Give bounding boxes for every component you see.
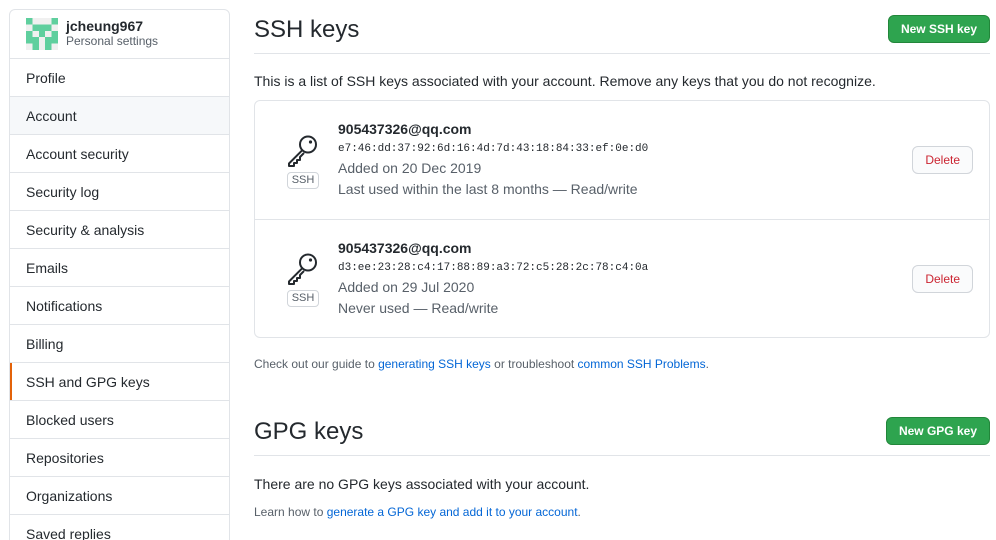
key-icon-group: SSH <box>285 132 321 189</box>
gpg-learn-text: Learn how to generate a GPG key and add … <box>254 505 990 519</box>
username[interactable]: jcheung967 <box>66 19 158 34</box>
ssh-key-row: SSH 905437326@qq.com e7:46:dd:37:92:6d:16:… <box>255 101 989 219</box>
sidebar-item-notifications[interactable]: Notifications <box>10 287 229 325</box>
sidebar-item-account[interactable]: Account <box>10 97 229 135</box>
key-added-date: Added on 20 Dec 2019 <box>338 160 482 176</box>
sidebar-item-billing[interactable]: Billing <box>10 325 229 363</box>
sidebar-item-security-log[interactable]: Security log <box>10 173 229 211</box>
gpg-section-title: GPG keys <box>254 418 364 445</box>
learn-prefix: Learn how to <box>254 505 327 519</box>
sidebar-nav: Profile Account Account security Security l… <box>10 59 229 540</box>
settings-sidebar: jcheung967 Personal settings Profile Acco… <box>9 9 230 540</box>
key-usage: Last used within the last 8 months — Rea… <box>338 181 638 197</box>
gpg-section-header: GPG keys New GPG key <box>254 411 990 456</box>
avatar[interactable] <box>26 18 58 50</box>
sidebar-item-account-security[interactable]: Account security <box>10 135 229 173</box>
key-fingerprint: e7:46:dd:37:92:6d:16:4d:7d:43:18:84:33:e… <box>338 143 649 155</box>
ssh-badge: SSH <box>286 290 320 307</box>
sidebar-item-blocked-users[interactable]: Blocked users <box>10 401 229 439</box>
gpg-empty-text: There are no GPG keys associated with yo… <box>254 476 590 492</box>
identicon-icon <box>26 18 58 50</box>
key-icon <box>285 132 321 171</box>
sidebar-item-ssh-and-gpg-keys[interactable]: SSH and GPG keys <box>10 363 229 401</box>
main-content: SSH keys New SSH key This is a list of S… <box>254 9 990 519</box>
key-fingerprint: d3:ee:23:28:c4:17:88:89:a3:72:c5:28:2c:7… <box>338 261 649 274</box>
generate-gpg-key-link[interactable]: generate a GPG key and add it to your ac… <box>327 505 578 519</box>
key-info: 905437326@qq.com d3:ee:23:28:c4:17:88:89:… <box>338 239 648 319</box>
sidebar-item-saved-replies[interactable]: Saved replies <box>10 515 229 540</box>
sidebar-item-security-analysis[interactable]: Security & analysis <box>10 211 229 249</box>
sidebar-item-profile[interactable]: Profile <box>10 59 229 97</box>
ssh-guide-text: Check out our guide to generating SSH ke… <box>254 357 990 371</box>
key-info: 905437326@qq.com e7:46:dd:37:92:6d:16:4d:… <box>338 120 648 200</box>
ssh-intro-text: This is a list of SSH keys associated wi… <box>254 73 876 89</box>
ssh-key-row: SSH 905437326@qq.com d3:ee:23:28:c4:17:88:… <box>255 219 989 337</box>
key-title: 905437326@qq.com <box>338 121 472 137</box>
ssh-badge: SSH <box>286 171 320 189</box>
delete-key-button[interactable]: Delete <box>912 146 973 174</box>
new-ssh-key-button[interactable]: New SSH key <box>887 15 990 43</box>
sidebar-item-repositories[interactable]: Repositories <box>10 439 229 477</box>
sidebar-item-emails[interactable]: Emails <box>10 249 229 287</box>
key-usage: Never used — Read/write <box>338 299 499 316</box>
guide-prefix: Check out our guide to <box>254 357 379 371</box>
key-title: 905437326@qq.com <box>338 239 472 256</box>
common-ssh-problems-link[interactable]: common SSH Problems <box>578 357 706 371</box>
profile-text: jcheung967 Personal settings <box>66 19 158 49</box>
ssh-keys-list: SSH 905437326@qq.com e7:46:dd:37:92:6d:16:… <box>254 100 990 338</box>
guide-suffix: . <box>705 357 709 371</box>
delete-key-button[interactable]: Delete <box>912 264 973 293</box>
key-icon-group: SSH <box>285 250 321 307</box>
learn-suffix: . <box>577 505 581 519</box>
sidebar-item-organizations[interactable]: Organizations <box>10 477 229 515</box>
profile-header[interactable]: jcheung967 Personal settings <box>10 10 229 59</box>
ssh-section-title: SSH keys <box>254 16 360 43</box>
profile-subtitle: Personal settings <box>66 34 159 48</box>
generating-ssh-keys-link[interactable]: generating SSH keys <box>378 357 491 371</box>
guide-middle: or troubleshoot <box>490 357 578 371</box>
ssh-section-header: SSH keys New SSH key <box>254 9 990 54</box>
key-icon <box>285 250 321 289</box>
key-added-date: Added on 29 Jul 2020 <box>338 278 475 295</box>
new-gpg-key-button[interactable]: New GPG key <box>885 417 990 445</box>
